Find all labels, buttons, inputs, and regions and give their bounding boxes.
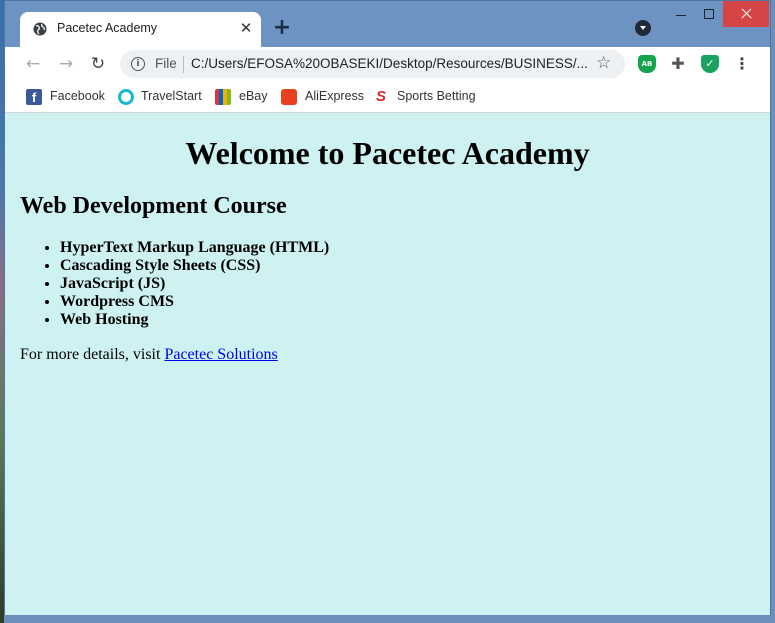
title-bar: Pacetec Academy ✕ + xyxy=(5,1,770,47)
address-url[interactable]: C:/Users/EFOSA%20OBASEKI/Desktop/Resourc… xyxy=(191,56,588,71)
bookmarks-bar: f Facebook TravelStart eBay AliExpress S… xyxy=(5,82,770,113)
list-item: Web Hosting xyxy=(60,311,329,329)
address-bar[interactable]: i File C:/Users/EFOSA%20OBASEKI/Desktop/… xyxy=(120,50,625,78)
pacetec-solutions-link[interactable]: Pacetec Solutions xyxy=(164,346,277,363)
reload-icon[interactable]: ↻ xyxy=(87,53,109,75)
address-scheme: File xyxy=(155,56,177,71)
bookmark-label: Sports Betting xyxy=(397,89,476,103)
course-list: HyperText Markup Language (HTML) Cascadi… xyxy=(20,239,329,329)
extensions-puzzle-icon[interactable]: ✚ xyxy=(669,55,687,73)
aliexpress-icon xyxy=(281,89,297,105)
adblock-extension-icon[interactable]: AB xyxy=(638,55,656,73)
bookmark-label: TravelStart xyxy=(141,89,202,103)
address-separator xyxy=(183,56,184,73)
shield-extension-icon[interactable]: ✓ xyxy=(701,55,719,73)
bookmark-star-icon[interactable]: ☆ xyxy=(596,53,611,73)
details-text: For more details, visit xyxy=(20,346,165,363)
travelstart-icon xyxy=(118,89,134,105)
list-item: Cascading Style Sheets (CSS) xyxy=(60,257,329,275)
page-content: Welcome to Pacetec Academy Web Developme… xyxy=(5,113,770,615)
list-item: JavaScript (JS) xyxy=(60,275,329,293)
details-paragraph: For more details, visit Pacetec Solution… xyxy=(20,346,278,364)
globe-icon xyxy=(33,22,47,36)
list-item: HyperText Markup Language (HTML) xyxy=(60,239,329,257)
back-icon[interactable]: ← xyxy=(22,53,44,75)
forward-icon[interactable]: → xyxy=(55,53,77,75)
facebook-icon: f xyxy=(26,89,42,105)
browser-window: Pacetec Academy ✕ + ← → ↻ i File C:/User… xyxy=(4,0,771,615)
browser-tab[interactable]: Pacetec Academy ✕ xyxy=(20,12,261,47)
close-window-button[interactable] xyxy=(723,1,769,27)
bookmark-label: eBay xyxy=(239,89,268,103)
sports-betting-icon: S xyxy=(375,88,386,105)
maximize-button[interactable] xyxy=(696,1,722,27)
browser-toolbar: ← → ↻ i File C:/Users/EFOSA%20OBASEKI/De… xyxy=(5,47,770,82)
ebay-icon xyxy=(215,89,231,105)
info-icon[interactable]: i xyxy=(131,57,145,71)
bookmark-label: Facebook xyxy=(50,89,105,103)
course-heading: Web Development Course xyxy=(20,193,287,219)
tab-title: Pacetec Academy xyxy=(57,21,158,35)
more-menu-icon[interactable]: ⋮ xyxy=(733,54,751,74)
tab-search-icon[interactable] xyxy=(635,20,651,36)
minimize-button[interactable] xyxy=(668,1,694,27)
list-item: Wordpress CMS xyxy=(60,293,329,311)
new-tab-button[interactable]: + xyxy=(271,17,293,39)
tab-close-icon[interactable]: ✕ xyxy=(236,18,256,38)
page-title: Welcome to Pacetec Academy xyxy=(185,135,590,171)
bookmark-label: AliExpress xyxy=(305,89,365,103)
